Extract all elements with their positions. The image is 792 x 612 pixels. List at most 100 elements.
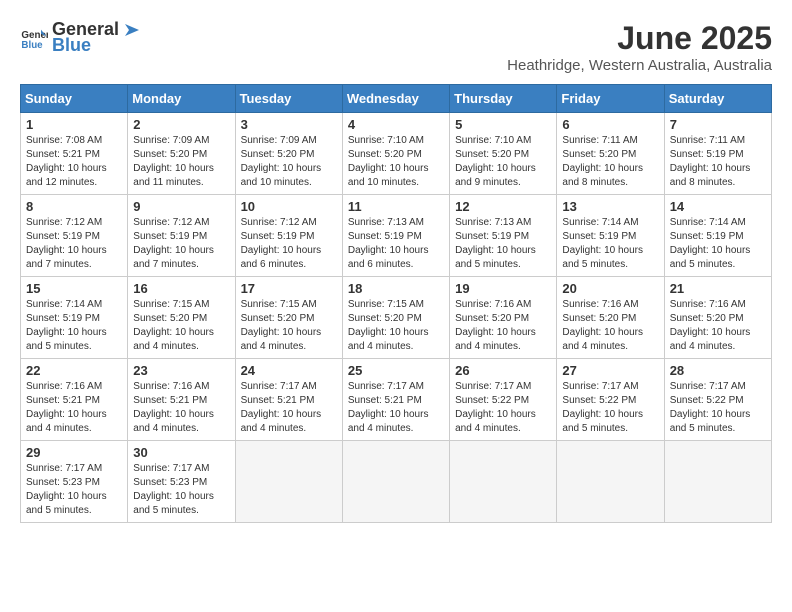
day-number: 12 (455, 199, 551, 214)
svg-text:Blue: Blue (21, 40, 43, 51)
calendar-cell (342, 441, 449, 523)
calendar-cell: 14 Sunrise: 7:14 AMSunset: 5:19 PMDayligh… (664, 195, 771, 277)
calendar-cell: 16 Sunrise: 7:15 AMSunset: 5:20 PMDayligh… (128, 277, 235, 359)
day-number: 21 (670, 281, 766, 296)
calendar-cell: 21 Sunrise: 7:16 AMSunset: 5:20 PMDayligh… (664, 277, 771, 359)
day-number: 1 (26, 117, 122, 132)
day-number: 10 (241, 199, 337, 214)
calendar-cell: 10 Sunrise: 7:12 AMSunset: 5:19 PMDayligh… (235, 195, 342, 277)
page-header: General Blue General Blue June 2025 Heat… (20, 20, 772, 74)
day-info: Sunrise: 7:16 AMSunset: 5:21 PMDaylight:… (133, 380, 229, 436)
calendar-table: SundayMondayTuesdayWednesdayThursdayFrid… (20, 84, 772, 523)
day-number: 29 (26, 445, 122, 460)
calendar-cell: 18 Sunrise: 7:15 AMSunset: 5:20 PMDayligh… (342, 277, 449, 359)
calendar-cell: 24 Sunrise: 7:17 AMSunset: 5:21 PMDayligh… (235, 359, 342, 441)
calendar-cell: 2 Sunrise: 7:09 AMSunset: 5:20 PMDaylight… (128, 113, 235, 195)
calendar-cell: 29 Sunrise: 7:17 AMSunset: 5:23 PMDayligh… (21, 441, 128, 523)
day-info: Sunrise: 7:08 AMSunset: 5:21 PMDaylight:… (26, 134, 122, 190)
logo-icon: General Blue (20, 24, 48, 52)
week-row-3: 15 Sunrise: 7:14 AMSunset: 5:19 PMDayligh… (21, 277, 772, 359)
calendar-cell (557, 441, 664, 523)
day-number: 20 (562, 281, 658, 296)
day-info: Sunrise: 7:15 AMSunset: 5:20 PMDaylight:… (348, 298, 444, 354)
day-info: Sunrise: 7:12 AMSunset: 5:19 PMDaylight:… (241, 216, 337, 272)
day-number: 8 (26, 199, 122, 214)
calendar-cell: 23 Sunrise: 7:16 AMSunset: 5:21 PMDayligh… (128, 359, 235, 441)
day-info: Sunrise: 7:16 AMSunset: 5:20 PMDaylight:… (562, 298, 658, 354)
day-info: Sunrise: 7:17 AMSunset: 5:21 PMDaylight:… (241, 380, 337, 436)
day-info: Sunrise: 7:09 AMSunset: 5:20 PMDaylight:… (133, 134, 229, 190)
day-info: Sunrise: 7:11 AMSunset: 5:20 PMDaylight:… (562, 134, 658, 190)
day-info: Sunrise: 7:10 AMSunset: 5:20 PMDaylight:… (348, 134, 444, 190)
calendar-cell: 20 Sunrise: 7:16 AMSunset: 5:20 PMDayligh… (557, 277, 664, 359)
day-number: 30 (133, 445, 229, 460)
day-number: 5 (455, 117, 551, 132)
week-row-2: 8 Sunrise: 7:12 AMSunset: 5:19 PMDaylight… (21, 195, 772, 277)
day-number: 17 (241, 281, 337, 296)
day-info: Sunrise: 7:17 AMSunset: 5:21 PMDaylight:… (348, 380, 444, 436)
calendar-cell: 7Sunrise: 7:11 AMSunset: 5:19 PMDaylight… (664, 113, 771, 195)
day-number: 22 (26, 363, 122, 378)
day-number: 2 (133, 117, 229, 132)
day-info: Sunrise: 7:17 AMSunset: 5:22 PMDaylight:… (562, 380, 658, 436)
weekday-header-monday: Monday (128, 85, 235, 113)
day-number: 25 (348, 363, 444, 378)
calendar-cell: 1 Sunrise: 7:08 AMSunset: 5:21 PMDaylight… (21, 113, 128, 195)
day-info: Sunrise: 7:12 AMSunset: 5:19 PMDaylight:… (133, 216, 229, 272)
day-number: 18 (348, 281, 444, 296)
day-info: Sunrise: 7:17 AMSunset: 5:23 PMDaylight:… (26, 462, 122, 518)
day-info: Sunrise: 7:17 AMSunset: 5:22 PMDaylight:… (670, 380, 766, 436)
day-number: 6 (562, 117, 658, 132)
day-info: Sunrise: 7:15 AMSunset: 5:20 PMDaylight:… (133, 298, 229, 354)
weekday-header-tuesday: Tuesday (235, 85, 342, 113)
day-number: 13 (562, 199, 658, 214)
week-row-1: 1 Sunrise: 7:08 AMSunset: 5:21 PMDaylight… (21, 113, 772, 195)
calendar-cell: 19Sunrise: 7:16 AMSunset: 5:20 PMDayligh… (450, 277, 557, 359)
calendar-cell: 12 Sunrise: 7:13 AMSunset: 5:19 PMDayligh… (450, 195, 557, 277)
day-number: 4 (348, 117, 444, 132)
day-info: Sunrise: 7:09 AMSunset: 5:20 PMDaylight:… (241, 134, 337, 190)
calendar-cell: 30 Sunrise: 7:17 AMSunset: 5:23 PMDayligh… (128, 441, 235, 523)
calendar-cell: 5 Sunrise: 7:10 AMSunset: 5:20 PMDaylight… (450, 113, 557, 195)
calendar-cell: 13 Sunrise: 7:14 AMSunset: 5:19 PMDayligh… (557, 195, 664, 277)
day-info: Sunrise: 7:10 AMSunset: 5:20 PMDaylight:… (455, 134, 551, 190)
weekday-header-saturday: Saturday (664, 85, 771, 113)
calendar-cell (235, 441, 342, 523)
day-number: 23 (133, 363, 229, 378)
calendar-cell (450, 441, 557, 523)
weekday-header-thursday: Thursday (450, 85, 557, 113)
day-info: Sunrise: 7:13 AMSunset: 5:19 PMDaylight:… (455, 216, 551, 272)
title-block: June 2025 Heathridge, Western Australia,… (507, 20, 772, 74)
logo-arrow-icon (121, 20, 141, 40)
day-info: Sunrise: 7:14 AMSunset: 5:19 PMDaylight:… (562, 216, 658, 272)
weekday-header-wednesday: Wednesday (342, 85, 449, 113)
day-info: Sunrise: 7:16 AMSunset: 5:20 PMDaylight:… (670, 298, 766, 354)
weekday-header-row: SundayMondayTuesdayWednesdayThursdayFrid… (21, 85, 772, 113)
day-info: Sunrise: 7:11 AMSunset: 5:19 PMDaylight:… (670, 134, 766, 190)
week-row-4: 22 Sunrise: 7:16 AMSunset: 5:21 PMDayligh… (21, 359, 772, 441)
calendar-cell: 11Sunrise: 7:13 AMSunset: 5:19 PMDayligh… (342, 195, 449, 277)
calendar-cell: 26Sunrise: 7:17 AMSunset: 5:22 PMDayligh… (450, 359, 557, 441)
day-number: 28 (670, 363, 766, 378)
calendar-cell: 17 Sunrise: 7:15 AMSunset: 5:20 PMDayligh… (235, 277, 342, 359)
weekday-header-friday: Friday (557, 85, 664, 113)
day-info: Sunrise: 7:15 AMSunset: 5:20 PMDaylight:… (241, 298, 337, 354)
day-info: Sunrise: 7:16 AMSunset: 5:21 PMDaylight:… (26, 380, 122, 436)
day-number: 24 (241, 363, 337, 378)
calendar-cell: 9 Sunrise: 7:12 AMSunset: 5:19 PMDaylight… (128, 195, 235, 277)
day-number: 27 (562, 363, 658, 378)
day-info: Sunrise: 7:12 AMSunset: 5:19 PMDaylight:… (26, 216, 122, 272)
week-row-5: 29 Sunrise: 7:17 AMSunset: 5:23 PMDayligh… (21, 441, 772, 523)
day-info: Sunrise: 7:14 AMSunset: 5:19 PMDaylight:… (26, 298, 122, 354)
calendar-cell (664, 441, 771, 523)
logo: General Blue General Blue (20, 20, 141, 56)
day-info: Sunrise: 7:14 AMSunset: 5:19 PMDaylight:… (670, 216, 766, 272)
day-number: 14 (670, 199, 766, 214)
location-title: Heathridge, Western Australia, Australia (507, 57, 772, 74)
day-info: Sunrise: 7:16 AMSunset: 5:20 PMDaylight:… (455, 298, 551, 354)
day-info: Sunrise: 7:17 AMSunset: 5:22 PMDaylight:… (455, 380, 551, 436)
day-number: 16 (133, 281, 229, 296)
day-number: 15 (26, 281, 122, 296)
day-info: Sunrise: 7:17 AMSunset: 5:23 PMDaylight:… (133, 462, 229, 518)
day-number: 9 (133, 199, 229, 214)
